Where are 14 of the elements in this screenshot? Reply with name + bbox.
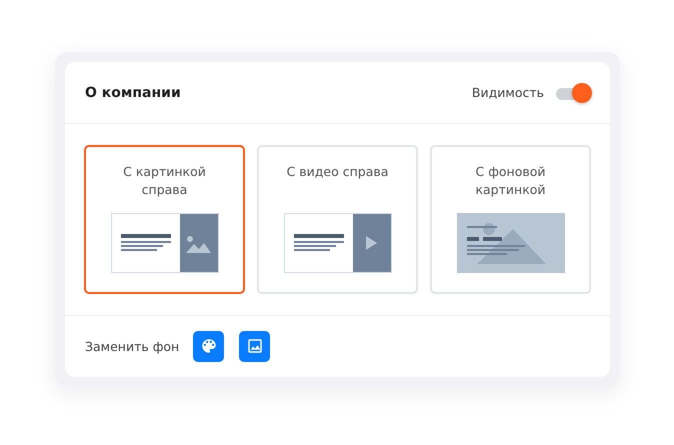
- palette-icon: [200, 337, 218, 355]
- layout-option[interactable]: С видео справа: [257, 145, 418, 294]
- background-layout-icon: [456, 213, 564, 273]
- image-button[interactable]: [239, 330, 270, 362]
- visibility-toggle[interactable]: [554, 82, 592, 104]
- layout-option[interactable]: С картинкой справа: [84, 145, 245, 294]
- section-title: О компании: [85, 84, 181, 100]
- image-icon: [246, 337, 264, 355]
- video-right-layout-icon: [284, 213, 392, 273]
- palette-button[interactable]: [193, 330, 224, 362]
- image-right-layout-icon: [110, 213, 218, 273]
- replace-background-label: Заменить фон: [85, 338, 180, 354]
- visibility-label: Видимость: [472, 85, 544, 100]
- layout-option[interactable]: С фоновой картинкой: [430, 145, 591, 294]
